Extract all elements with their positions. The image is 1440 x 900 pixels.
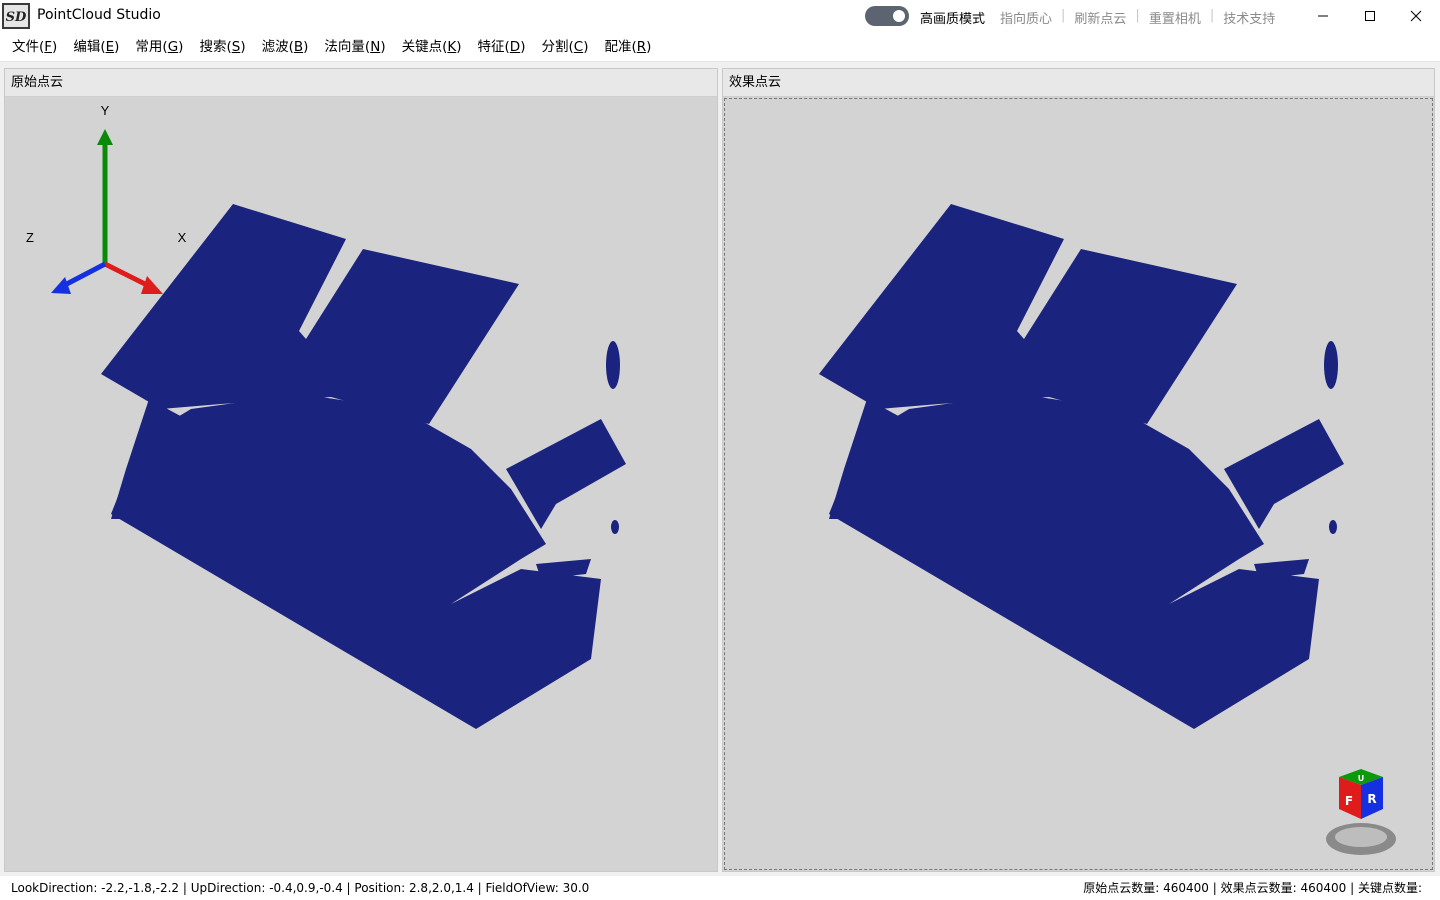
cloud-top-block (819, 204, 1237, 424)
cloud-lower-body (111, 394, 601, 729)
result-cloud-viewport[interactable]: F R U (723, 97, 1434, 871)
cloud-rail (536, 559, 591, 579)
menu-segmentation[interactable]: 分割(C) (533, 32, 596, 62)
toolbar-actions: 指向质心 | 刷新点云 | 重置相机 | 技术支持 (1000, 8, 1276, 27)
close-button[interactable] (1393, 0, 1439, 32)
view-cube-front-label: F (1345, 794, 1353, 808)
menu-filter[interactable]: 滤波(B) (254, 32, 317, 62)
cloud-fragment-b (611, 520, 619, 534)
axis-y-label: Y (101, 103, 110, 118)
app-logo-text: SD (6, 10, 27, 25)
point-count-status: 原始点云数量: 460400 | 效果点云数量: 460400 | 关键点数量: (1083, 881, 1422, 895)
menu-edit[interactable]: 编辑(E) (65, 32, 127, 62)
reset-camera-button[interactable]: 重置相机 (1149, 8, 1201, 27)
cloud-fragment-a (606, 341, 620, 389)
menu-file[interactable]: 文件(F) (4, 32, 65, 62)
view-cube-right-label: R (1367, 792, 1376, 806)
axis-z-line (59, 261, 107, 290)
cloud-top-block (101, 204, 519, 424)
original-cloud-panel: 原始点云 Y X Z (4, 68, 718, 872)
cloud-rail (1254, 559, 1309, 579)
cloud-lower-body (829, 394, 1319, 729)
point-to-centroid-button[interactable]: 指向质心 (1000, 8, 1052, 27)
app-logo-icon: SD (2, 3, 30, 29)
camera-status: LookDirection: -2.2,-1.8,-2.2 | UpDirect… (11, 881, 590, 895)
panel-title-original: 原始点云 (5, 69, 717, 97)
axis-y-arrow-icon (97, 129, 113, 145)
view-cube-icon[interactable]: F R U (1326, 769, 1396, 855)
point-cloud-result (819, 204, 1344, 729)
tech-support-button[interactable]: 技术支持 (1223, 8, 1275, 27)
axis-z-arrow-icon (51, 277, 71, 294)
result-cloud-canvas[interactable]: F R U (723, 97, 1434, 871)
view-cube-top-label: U (1358, 774, 1365, 783)
status-bar: LookDirection: -2.2,-1.8,-2.2 | UpDirect… (0, 876, 1440, 900)
original-cloud-canvas[interactable]: Y X Z (5, 97, 717, 871)
minimize-button[interactable] (1300, 0, 1346, 32)
panel-title-result: 效果点云 (723, 69, 1434, 97)
menu-registration[interactable]: 配准(R) (596, 32, 659, 62)
original-cloud-viewport[interactable]: Y X Z (5, 97, 717, 871)
result-cloud-panel: 效果点云 F R U (722, 68, 1435, 872)
axis-x-label: X (178, 230, 187, 245)
menu-search[interactable]: 搜索(S) (191, 32, 253, 62)
axis-triad: Y X Z (26, 103, 187, 294)
maximize-button[interactable] (1347, 0, 1393, 32)
hq-mode-label: 高画质模式 (920, 12, 986, 27)
maximize-icon (1365, 11, 1375, 21)
app-title: PointCloud Studio (37, 7, 161, 23)
menu-bar: 文件(F) 编辑(E) 常用(G) 搜索(S) 滤波(B) 法向量(N) 关键点… (0, 32, 1440, 62)
refresh-pointcloud-button[interactable]: 刷新点云 (1074, 8, 1126, 27)
minimize-icon (1318, 15, 1328, 17)
menu-features[interactable]: 特征(D) (470, 32, 534, 62)
close-icon (1410, 10, 1422, 22)
hq-mode-toggle[interactable] (865, 6, 909, 26)
menu-normals[interactable]: 法向量(N) (316, 32, 393, 62)
menu-keypoints[interactable]: 关键点(K) (394, 32, 470, 62)
cloud-fragment-b (1329, 520, 1337, 534)
title-bar: SD PointCloud Studio 高画质模式 指向质心 | 刷新点云 |… (0, 0, 1440, 32)
menu-common[interactable]: 常用(G) (127, 32, 191, 62)
cloud-fragment-a (1324, 341, 1338, 389)
point-cloud-original (101, 204, 626, 729)
axis-x-arrow-icon (141, 276, 163, 294)
axis-z-label: Z (26, 230, 34, 245)
